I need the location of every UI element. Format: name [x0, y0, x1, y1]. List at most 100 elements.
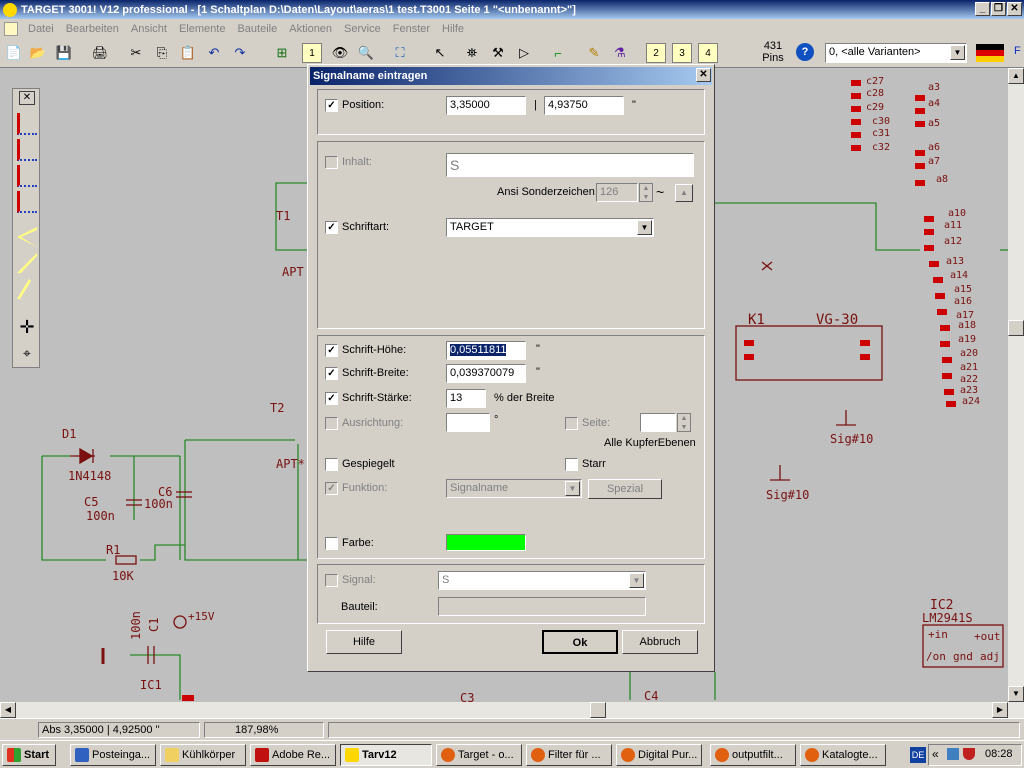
- eye-icon[interactable]: 👁: [330, 43, 350, 63]
- vertical-scroll-thumb[interactable]: [1008, 320, 1024, 336]
- task-outputfilt[interactable]: outputfilt...: [710, 744, 796, 766]
- breite-checkbox[interactable]: ✓: [325, 367, 338, 380]
- seite-checkbox[interactable]: [565, 417, 578, 430]
- menu-ansicht[interactable]: Ansicht: [125, 23, 173, 35]
- layer-1-button[interactable]: 1: [302, 43, 322, 63]
- inhalt-input[interactable]: S: [446, 153, 694, 177]
- layer-3-button[interactable]: 3: [672, 43, 692, 63]
- spezial-button[interactable]: Spezial: [588, 479, 662, 499]
- layer-4-button[interactable]: 4: [698, 43, 718, 63]
- task-tarv12[interactable]: Tarv12: [340, 744, 432, 766]
- redo-icon[interactable]: ↷: [230, 43, 250, 63]
- task-kuehlkoerper[interactable]: Kühlkörper: [160, 744, 246, 766]
- security-icon[interactable]: [963, 748, 975, 760]
- signal-select[interactable]: S ▼: [438, 571, 646, 590]
- hoehe-checkbox[interactable]: ✓: [325, 344, 338, 357]
- seite-input[interactable]: [640, 413, 676, 432]
- tray-expand-icon[interactable]: «: [932, 747, 939, 761]
- angle-tool-3-icon[interactable]: [17, 279, 31, 299]
- chevron-down-icon[interactable]: ▼: [637, 220, 652, 235]
- minimize-button[interactable]: _: [975, 2, 990, 16]
- horizontal-scrollbar[interactable]: ◀ ▶: [0, 702, 1024, 718]
- ausrichtung-input[interactable]: [446, 413, 490, 432]
- wire-tool-3-icon[interactable]: [17, 165, 37, 187]
- menu-aktionen[interactable]: Aktionen: [283, 23, 338, 35]
- undo-icon[interactable]: ↶: [204, 43, 224, 63]
- staerke-input[interactable]: 13: [446, 389, 486, 408]
- angle-tool-2-icon[interactable]: [17, 253, 37, 273]
- schriftart-select[interactable]: TARGET ▼: [446, 218, 654, 237]
- hoehe-input[interactable]: 0,05511811: [446, 341, 526, 360]
- chevron-down-icon[interactable]: ▼: [950, 45, 965, 60]
- position-x-input[interactable]: 3,35000: [446, 96, 526, 115]
- start-button[interactable]: Start: [2, 744, 56, 766]
- funktion-checkbox[interactable]: ✓: [325, 482, 338, 495]
- component-icon[interactable]: ⊞: [272, 43, 292, 63]
- starr-checkbox[interactable]: [565, 458, 578, 471]
- paste-icon[interactable]: 📋: [178, 43, 198, 63]
- wire-tool-1-icon[interactable]: [17, 113, 37, 135]
- menu-datei[interactable]: Datei: [22, 23, 60, 35]
- seite-spinner[interactable]: ▲ ▼: [677, 413, 691, 432]
- binoculars-icon[interactable]: ⛯: [462, 43, 482, 63]
- language-indicator[interactable]: DE: [910, 747, 926, 763]
- close-button[interactable]: ✕: [1007, 2, 1022, 16]
- task-digital-pur[interactable]: Digital Pur...: [616, 744, 702, 766]
- scroll-up-button[interactable]: ▲: [1008, 68, 1024, 84]
- chevron-down-icon[interactable]: ▼: [565, 481, 580, 496]
- help-icon[interactable]: ?: [796, 43, 814, 61]
- wire-tool-4-icon[interactable]: [17, 191, 37, 213]
- horizontal-scroll-thumb[interactable]: [590, 702, 606, 718]
- farbe-checkbox[interactable]: [325, 537, 338, 550]
- ausrichtung-checkbox[interactable]: [325, 417, 338, 430]
- wire-tool-2-icon[interactable]: [17, 139, 37, 161]
- gespiegelt-checkbox[interactable]: [325, 458, 338, 471]
- vertical-scrollbar[interactable]: ▲ ▼: [1008, 68, 1024, 702]
- inhalt-checkbox[interactable]: [325, 156, 338, 169]
- chevron-down-icon[interactable]: ▼: [629, 573, 644, 588]
- menu-hilfe[interactable]: Hilfe: [436, 23, 470, 35]
- funktion-select[interactable]: Signalname ▼: [446, 479, 582, 498]
- crosshair-icon[interactable]: ✛: [17, 317, 37, 337]
- abbruch-button[interactable]: Abbruch: [622, 630, 698, 654]
- network-icon[interactable]: [947, 748, 959, 760]
- menu-fenster[interactable]: Fenster: [387, 23, 436, 35]
- new-file-icon[interactable]: 📄: [4, 43, 24, 63]
- position-y-input[interactable]: 4,93750: [544, 96, 624, 115]
- task-katalogte[interactable]: Katalogte...: [800, 744, 886, 766]
- task-target[interactable]: Target - o...: [436, 744, 522, 766]
- ok-button[interactable]: Ok: [542, 630, 618, 654]
- farbe-swatch[interactable]: [446, 534, 526, 551]
- variant-select[interactable]: 0, <alle Varianten> ▼: [825, 43, 967, 63]
- task-adobe-reader[interactable]: Adobe Re...: [250, 744, 336, 766]
- select-cursor-icon[interactable]: ⌖: [17, 343, 37, 363]
- dialog-close-button[interactable]: ✕: [696, 68, 711, 82]
- task-filter[interactable]: Filter für ...: [526, 744, 612, 766]
- ansi-spinner[interactable]: ▲ ▼: [639, 183, 653, 202]
- restore-button[interactable]: ❐: [991, 2, 1006, 16]
- save-icon[interactable]: 💾: [54, 43, 74, 63]
- scroll-down-button[interactable]: ▼: [1008, 686, 1024, 702]
- menu-elemente[interactable]: Elemente: [173, 23, 231, 35]
- bauteil-input[interactable]: [438, 597, 646, 616]
- open-folder-icon[interactable]: 📂: [28, 43, 48, 63]
- tools-icon[interactable]: ⚒: [488, 43, 508, 63]
- cut-icon[interactable]: ✂: [126, 43, 146, 63]
- zoom-fit-icon[interactable]: ⛶: [390, 43, 410, 63]
- gate-icon[interactable]: ▷: [514, 43, 534, 63]
- copy-icon[interactable]: ⎘: [152, 43, 172, 63]
- position-checkbox[interactable]: ✓: [325, 99, 338, 112]
- wire-icon[interactable]: ⌐: [548, 43, 568, 63]
- german-flag-icon[interactable]: [976, 44, 1004, 62]
- print-icon[interactable]: 🖨: [90, 43, 110, 63]
- menu-bauteile[interactable]: Bauteile: [231, 23, 283, 35]
- pointer-icon[interactable]: ↖: [430, 43, 450, 63]
- palette-close-icon[interactable]: ✕: [19, 91, 35, 105]
- hilfe-button[interactable]: Hilfe: [326, 630, 402, 654]
- probe-icon[interactable]: ⚗: [610, 43, 630, 63]
- layer-2-button[interactable]: 2: [646, 43, 666, 63]
- angle-tool-1-icon[interactable]: [17, 227, 37, 247]
- ansi-input[interactable]: 126: [596, 183, 638, 202]
- ansi-insert-button[interactable]: ▲: [675, 184, 693, 202]
- menu-service[interactable]: Service: [338, 23, 387, 35]
